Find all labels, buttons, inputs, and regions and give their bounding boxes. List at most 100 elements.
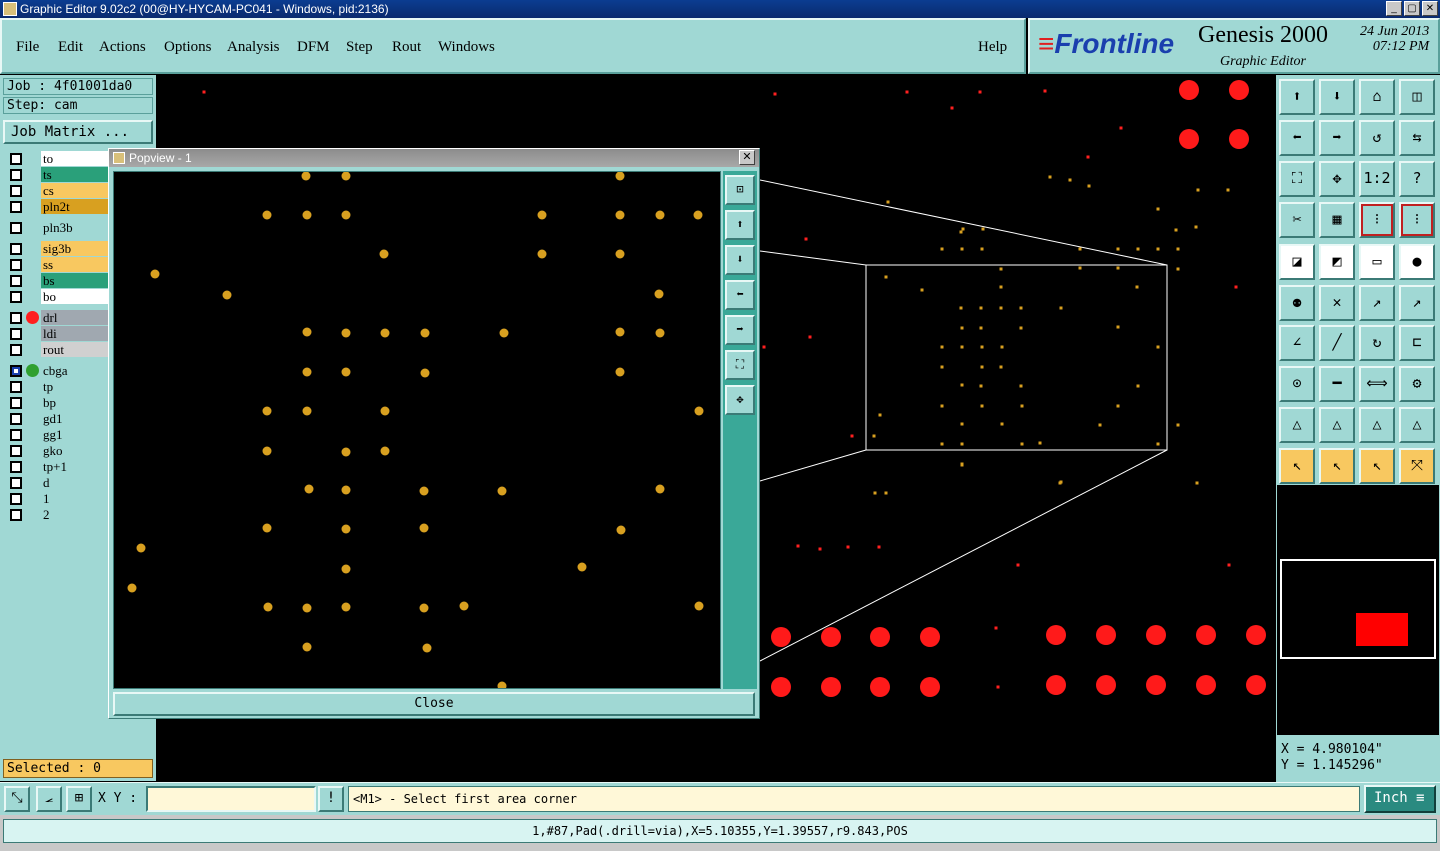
menu-options[interactable]: Options bbox=[164, 39, 212, 56]
select-box-icon[interactable]: ↖ bbox=[1319, 448, 1355, 484]
overview-map[interactable] bbox=[1280, 559, 1436, 659]
home-icon[interactable]: ⌂ bbox=[1359, 79, 1395, 115]
layer-row[interactable]: gko bbox=[4, 443, 108, 458]
pan-up-icon[interactable]: ⬆ bbox=[725, 210, 755, 240]
layer-name[interactable]: bs bbox=[41, 273, 108, 288]
layer-row[interactable]: bo bbox=[4, 289, 108, 304]
layer-checkbox[interactable] bbox=[10, 445, 22, 457]
layer-checkbox[interactable] bbox=[10, 509, 22, 521]
minimize-button[interactable]: _ bbox=[1386, 1, 1402, 16]
layer-checkbox[interactable] bbox=[10, 429, 22, 441]
pan-right-icon[interactable]: ➡ bbox=[725, 315, 755, 345]
layer-name[interactable]: d bbox=[41, 475, 108, 490]
layer-checkbox[interactable] bbox=[10, 259, 22, 271]
layer-row[interactable]: 1 bbox=[4, 491, 108, 506]
layer-name[interactable]: gg1 bbox=[41, 427, 108, 442]
layer-checkbox[interactable] bbox=[10, 413, 22, 425]
layer-checkbox[interactable] bbox=[10, 291, 22, 303]
layer-name[interactable]: 1 bbox=[41, 491, 108, 506]
fit-icon[interactable]: ⛶ bbox=[1279, 161, 1315, 197]
swap-icon[interactable]: ⇆ bbox=[1399, 120, 1435, 156]
layers-b-icon[interactable]: ⁝ bbox=[1399, 202, 1435, 238]
zoom-fit-icon[interactable]: ⛶ bbox=[725, 350, 755, 380]
maximize-button[interactable]: ▢ bbox=[1404, 1, 1420, 16]
layer-row[interactable]: drl bbox=[4, 310, 108, 325]
layer-name[interactable]: ts bbox=[41, 167, 108, 182]
layer-row[interactable]: to bbox=[4, 151, 108, 166]
layer-checkbox[interactable] bbox=[10, 344, 22, 356]
zoom-up-icon[interactable]: ⬆ bbox=[1279, 79, 1315, 115]
nodes-icon[interactable]: ⚉ bbox=[1279, 285, 1315, 321]
layers-a-icon[interactable]: ⁝ bbox=[1359, 202, 1395, 238]
layer-name[interactable]: tp bbox=[41, 379, 108, 394]
close-window-button[interactable]: ✕ bbox=[1422, 1, 1438, 16]
layer-name[interactable]: gko bbox=[41, 443, 108, 458]
popview-canvas[interactable] bbox=[113, 171, 721, 691]
layer-row[interactable]: cbga bbox=[4, 363, 108, 378]
layer-name[interactable]: bo bbox=[41, 289, 108, 304]
pan-left-icon[interactable]: ⬅ bbox=[725, 280, 755, 310]
popview-close-icon[interactable]: ✕ bbox=[739, 150, 755, 165]
layer-checkbox[interactable] bbox=[10, 243, 22, 255]
scale-icon[interactable]: 1:2 bbox=[1359, 161, 1395, 197]
xy-input[interactable] bbox=[146, 786, 316, 812]
unit-selector[interactable]: Inch ≡ bbox=[1364, 785, 1436, 813]
layer-name[interactable]: cs bbox=[41, 183, 108, 198]
layer-checkbox[interactable] bbox=[10, 365, 22, 377]
layer-name[interactable]: tp+1 bbox=[41, 459, 108, 474]
menu-windows[interactable]: Windows bbox=[438, 39, 495, 56]
layer-checkbox[interactable] bbox=[10, 397, 22, 409]
layer-checkbox[interactable] bbox=[10, 477, 22, 489]
pad-icon[interactable]: ◪ bbox=[1279, 244, 1315, 280]
layer-row[interactable]: bp bbox=[4, 395, 108, 410]
split-view-icon[interactable]: ◫ bbox=[1399, 79, 1435, 115]
layer-checkbox[interactable] bbox=[10, 153, 22, 165]
bracket-icon[interactable]: ⊏ bbox=[1399, 325, 1435, 361]
menu-rout[interactable]: Rout bbox=[392, 39, 421, 56]
center-icon[interactable]: ✥ bbox=[1319, 161, 1355, 197]
layer-name[interactable]: cbga bbox=[41, 363, 108, 378]
menu-help[interactable]: Help bbox=[978, 39, 1007, 56]
angle-icon[interactable]: ∠ bbox=[1279, 325, 1315, 361]
select-icon[interactable]: ↖ bbox=[1279, 448, 1315, 484]
diagonal-icon[interactable]: ╱ bbox=[1319, 325, 1355, 361]
layer-row[interactable]: tp bbox=[4, 379, 108, 394]
layer-row[interactable]: gg1 bbox=[4, 427, 108, 442]
layer-row[interactable]: ss bbox=[4, 257, 108, 272]
layer-row[interactable]: d bbox=[4, 475, 108, 490]
rotate-icon[interactable]: ↻ bbox=[1359, 325, 1395, 361]
undo-icon[interactable]: ↺ bbox=[1359, 120, 1395, 156]
select-lasso-icon[interactable]: ↖ bbox=[1359, 448, 1395, 484]
segment-icon[interactable]: ━ bbox=[1319, 366, 1355, 402]
triangle-d-icon[interactable]: △ bbox=[1399, 407, 1435, 443]
menu-analysis[interactable]: Analysis bbox=[227, 39, 280, 56]
layer-checkbox[interactable] bbox=[10, 275, 22, 287]
menu-edit[interactable]: Edit bbox=[58, 39, 83, 56]
menu-step[interactable]: Step bbox=[346, 39, 373, 56]
layer-name[interactable]: ldi bbox=[41, 326, 108, 341]
circle-icon[interactable]: ● bbox=[1399, 244, 1435, 280]
layer-row[interactable]: tp+1 bbox=[4, 459, 108, 474]
snap-pad-icon[interactable]: ⊙ bbox=[1279, 366, 1315, 402]
layer-checkbox[interactable] bbox=[10, 222, 22, 234]
layer-name[interactable]: sig3b bbox=[41, 241, 108, 256]
layer-name[interactable]: pln3b bbox=[41, 220, 108, 235]
layer-checkbox[interactable] bbox=[10, 312, 22, 324]
measure-icon[interactable]: ⦟ bbox=[36, 786, 62, 812]
popview-drawing[interactable] bbox=[114, 171, 720, 691]
snap-icon[interactable]: ⤡ bbox=[4, 786, 30, 812]
layer-name[interactable]: gd1 bbox=[41, 411, 108, 426]
pan-down-icon[interactable]: ⬇ bbox=[725, 245, 755, 275]
layer-row[interactable]: rout bbox=[4, 342, 108, 357]
menu-actions[interactable]: Actions bbox=[99, 39, 146, 56]
layer-row[interactable]: pln2t bbox=[4, 199, 108, 214]
menu-dfm[interactable]: DFM bbox=[297, 39, 330, 56]
layer-checkbox[interactable] bbox=[10, 381, 22, 393]
ruler-icon[interactable]: ▭ bbox=[1359, 244, 1395, 280]
menu-file[interactable]: File bbox=[16, 39, 39, 56]
cross-icon[interactable]: ✕ bbox=[1319, 285, 1355, 321]
layer-name[interactable]: rout bbox=[41, 342, 108, 357]
layer-checkbox[interactable] bbox=[10, 493, 22, 505]
stretch-icon[interactable]: ⟺ bbox=[1359, 366, 1395, 402]
layer-row[interactable]: ts bbox=[4, 167, 108, 182]
